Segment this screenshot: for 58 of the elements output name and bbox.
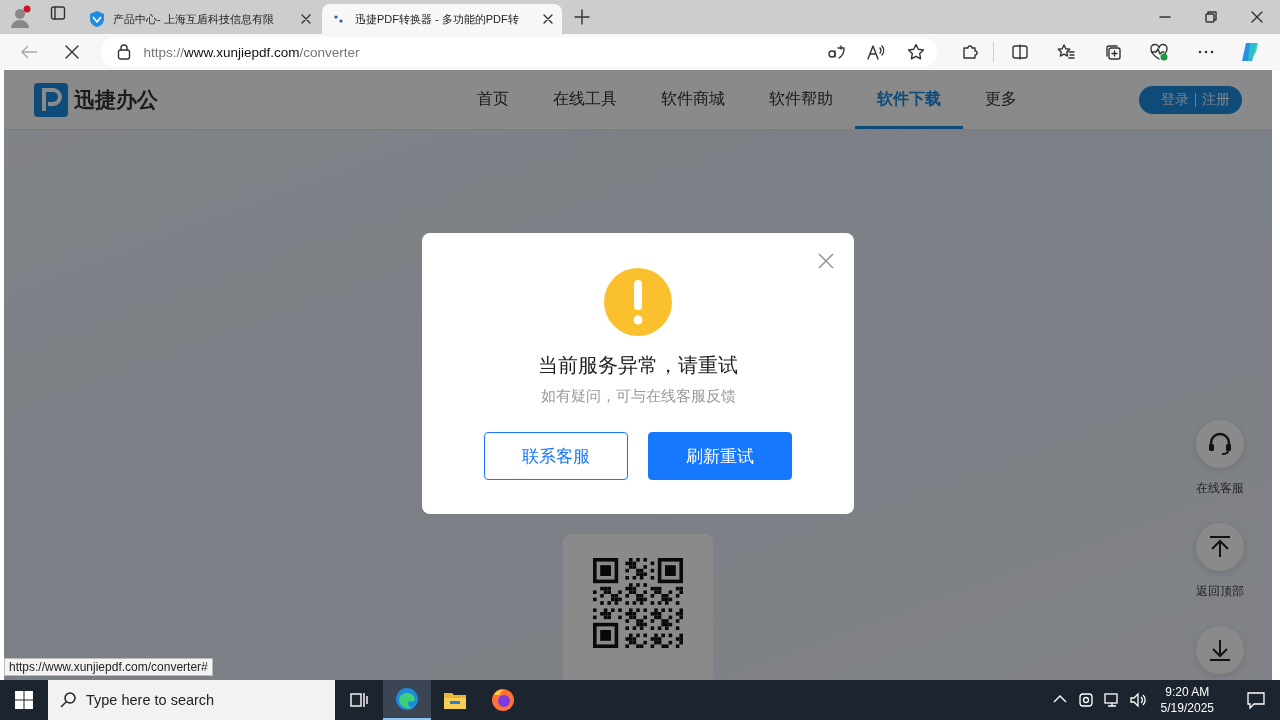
side-button[interactable] [1196,626,1244,674]
firefox-icon[interactable] [491,688,515,712]
side-button-label: 返回顶部 [1196,583,1244,600]
volume-icon[interactable] [1128,691,1147,709]
browser-tab[interactable]: 迅捷PDF转换器 - 多功能的PDF转 [322,4,562,34]
close-icon[interactable] [300,13,312,25]
contact-button[interactable]: 联系客服 [484,432,628,480]
arrow-up-icon[interactable] [1208,535,1232,559]
browser-tab[interactable]: 产品中心- 上海互盾科技信息有限 [80,4,320,34]
browser-icon[interactable] [395,687,419,711]
nav-link[interactable]: 软件下载 [855,70,963,129]
nav-link[interactable]: 更多 [963,70,1039,129]
logo-icon[interactable] [34,82,68,117]
headset-icon[interactable] [1207,431,1233,457]
warning-icon [604,268,672,336]
star-icon[interactable] [906,43,925,61]
side-button-label: 在线客服 [1196,480,1244,497]
nav-link[interactable]: 软件帮助 [747,70,855,129]
notification-icon[interactable] [1246,690,1266,710]
nav-link[interactable]: 首页 [455,70,531,129]
camera-icon[interactable] [1076,691,1095,709]
qr-code-icon [593,558,683,648]
url-text: https://www.xunjiepdf.com/converter [143,44,361,60]
collections-icon[interactable] [1103,43,1122,61]
new-tab-icon[interactable] [574,9,590,25]
profile-icon[interactable] [8,5,32,29]
shield-icon [88,10,106,28]
read-aloud-icon[interactable] [866,44,885,60]
task-view-icon[interactable] [350,691,368,709]
nav-link[interactable]: 在线工具 [531,70,639,129]
nav-link[interactable]: 软件商城 [639,70,747,129]
tab-title: 迅捷PDF转换器 - 多功能的PDF转 [355,11,520,27]
heart-pulse-icon[interactable] [1150,43,1169,61]
dialog-message: 如有疑问，可与在线客服反馈 [540,387,736,406]
close-icon[interactable] [542,13,554,25]
search-icon [60,692,76,708]
logo-text[interactable]: 迅捷办公 [74,85,158,114]
tab-actions-icon[interactable] [50,5,66,21]
taskbar-search-field[interactable]: Type here to search [48,680,335,720]
address-bar[interactable]: https://www.xunjiepdf.com/converter [101,37,937,67]
tab-title: 产品中心- 上海互盾科技信息有限 [113,11,275,27]
download-icon[interactable] [1208,638,1232,662]
split-screen-icon[interactable] [1010,43,1029,61]
translate-icon[interactable] [826,44,845,60]
puzzle-icon[interactable] [961,43,980,61]
taskbar-clock[interactable]: 9:20 AM 5/19/2025 [1160,684,1214,716]
windows-start-icon[interactable] [15,691,33,709]
stop-icon[interactable] [64,44,81,60]
close-icon[interactable] [1251,11,1263,23]
side-button[interactable] [1196,523,1244,571]
network-icon[interactable] [1102,691,1121,709]
restore-icon[interactable] [1205,11,1217,23]
status-url: https://www.xunjiepdf.com/converter# [4,658,213,676]
favorites-icon[interactable] [1057,43,1076,61]
retry-button[interactable]: 刷新重试 [648,432,792,480]
dialog-title: 当前服务异常，请重试 [538,353,738,378]
lock-icon[interactable] [117,44,132,60]
side-button[interactable] [1196,420,1244,468]
